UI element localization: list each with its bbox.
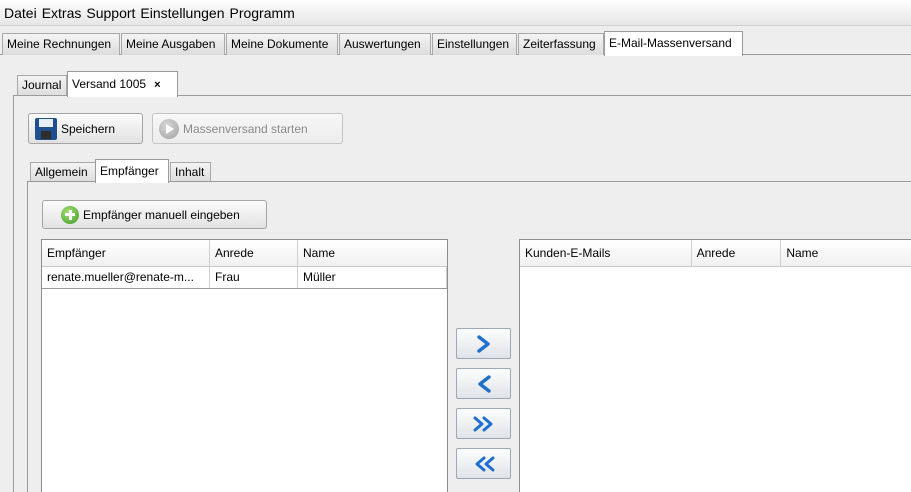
tab-email-massenversand[interactable]: E-Mail-Massenversand bbox=[604, 31, 743, 56]
table-row[interactable]: renate.mueller@renate-m... Frau Müller bbox=[42, 267, 447, 289]
tab-meine-rechnungen[interactable]: Meine Rechnungen bbox=[2, 33, 120, 55]
menu-bar: Datei Extras Support Einstellungen Progr… bbox=[0, 0, 911, 26]
main-tab-bar: Meine Rechnungen Meine Ausgaben Meine Do… bbox=[0, 31, 911, 56]
cell-anrede: Frau bbox=[210, 267, 298, 288]
column-header-kunden-emails[interactable]: Kunden-E-Mails bbox=[520, 240, 692, 266]
column-header-empfaenger[interactable]: Empfänger bbox=[42, 240, 210, 266]
double-arrow-right-icon bbox=[473, 416, 492, 431]
add-plus-icon bbox=[61, 205, 79, 224]
move-all-right-button[interactable] bbox=[456, 408, 511, 439]
double-arrow-left-icon bbox=[475, 456, 494, 471]
tab-versand[interactable]: Versand 1005 × bbox=[67, 71, 178, 97]
save-button-label: Speichern bbox=[61, 121, 116, 136]
play-arrow-icon bbox=[159, 118, 179, 139]
menu-datei[interactable]: Datei bbox=[3, 5, 41, 21]
tab-meine-ausgaben[interactable]: Meine Ausgaben bbox=[121, 33, 225, 55]
recipients-table-header: Empfänger Anrede Name bbox=[42, 240, 447, 267]
move-all-left-button[interactable] bbox=[456, 448, 511, 479]
cell-email: renate.mueller@renate-m... bbox=[42, 267, 210, 288]
arrow-right-icon bbox=[476, 334, 490, 353]
detail-tab-bar: Allgemein Empfänger Inhalt bbox=[28, 159, 911, 183]
cell-name: Müller bbox=[298, 267, 447, 288]
customer-emails-table: Kunden-E-Mails Anrede Name bbox=[519, 239, 911, 492]
column-header-anrede[interactable]: Anrede bbox=[692, 240, 782, 266]
column-header-anrede[interactable]: Anrede bbox=[210, 240, 298, 266]
menu-einstellungen[interactable]: Einstellungen bbox=[139, 5, 228, 21]
tab-auswertungen[interactable]: Auswertungen bbox=[339, 33, 431, 55]
column-header-name[interactable]: Name bbox=[298, 240, 447, 266]
start-mass-mailing-label: Massenversand starten bbox=[183, 121, 308, 136]
column-header-name[interactable]: Name bbox=[781, 240, 911, 266]
move-left-button[interactable] bbox=[456, 368, 511, 399]
tab-zeiterfassung[interactable]: Zeiterfassung bbox=[518, 33, 604, 55]
save-icon bbox=[35, 117, 57, 140]
recipients-table: Empfänger Anrede Name renate.mueller@ren… bbox=[41, 239, 448, 492]
tab-meine-dokumente[interactable]: Meine Dokumente bbox=[226, 33, 338, 55]
menu-extras[interactable]: Extras bbox=[41, 5, 86, 21]
start-mass-mailing-button[interactable]: Massenversand starten bbox=[152, 113, 343, 144]
tab-einstellungen[interactable]: Einstellungen bbox=[432, 33, 517, 55]
add-recipient-label: Empfänger manuell eingeben bbox=[83, 207, 240, 222]
document-tab-bar: Journal Versand 1005 × bbox=[15, 71, 911, 97]
tab-journal[interactable]: Journal bbox=[17, 75, 67, 96]
tab-versand-label: Versand 1005 bbox=[72, 77, 147, 91]
tab-allgemein[interactable]: Allgemein bbox=[30, 162, 96, 182]
save-button[interactable]: Speichern bbox=[28, 113, 143, 144]
customer-emails-table-header: Kunden-E-Mails Anrede Name bbox=[520, 240, 911, 267]
add-recipient-manually-button[interactable]: Empfänger manuell eingeben bbox=[42, 200, 267, 229]
tab-inhalt[interactable]: Inhalt bbox=[170, 162, 211, 182]
close-tab-icon[interactable]: × bbox=[154, 79, 160, 91]
menu-support[interactable]: Support bbox=[85, 5, 139, 21]
move-right-button[interactable] bbox=[456, 328, 511, 359]
arrow-left-icon bbox=[477, 374, 491, 393]
menu-programm[interactable]: Programm bbox=[228, 5, 298, 21]
tab-empfaenger[interactable]: Empfänger bbox=[95, 159, 169, 183]
